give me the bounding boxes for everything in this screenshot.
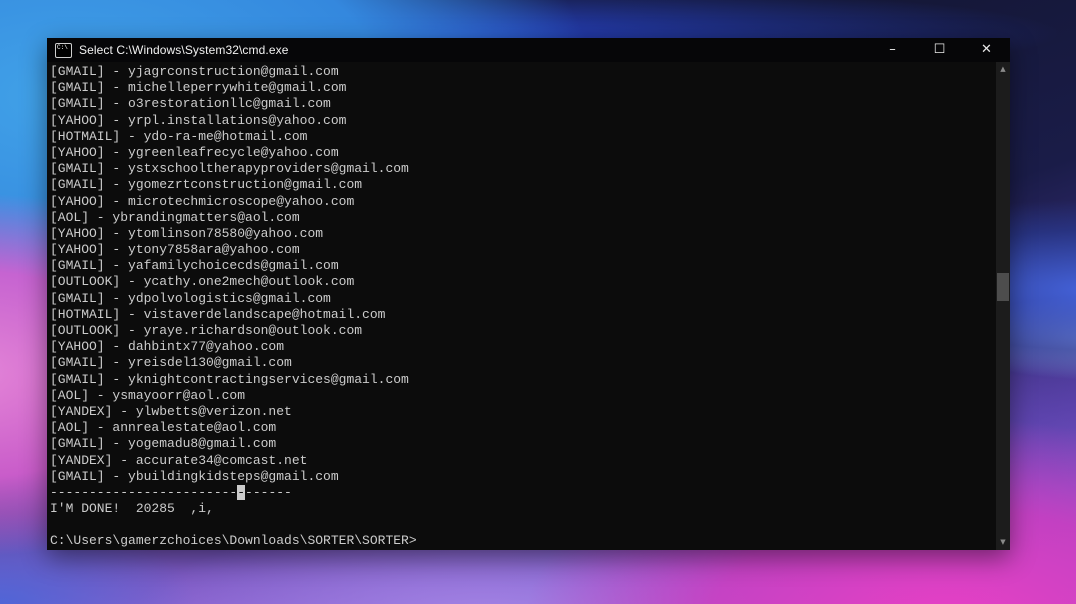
console-lines: [GMAIL] - yjagrconstruction@gmail.com[GM… [50,64,994,485]
minimize-button[interactable]: – [869,38,916,62]
console-line: [GMAIL] - yafamilychoicecds@gmail.com [50,258,994,274]
console-line: [YAHOO] - ytony7858ara@yahoo.com [50,242,994,258]
scrollbar-up-icon[interactable]: ▲ [996,62,1010,77]
console-line: [GMAIL] - o3restorationllc@gmail.com [50,96,994,112]
console-line: [OUTLOOK] - yraye.richardson@outlook.com [50,323,994,339]
console-line: [YAHOO] - yrpl.installations@yahoo.com [50,113,994,129]
console-content: [GMAIL] - yjagrconstruction@gmail.com[GM… [50,64,994,550]
console-line: [GMAIL] - yjagrconstruction@gmail.com [50,64,994,80]
console-line: [YAHOO] - ygreenleafrecycle@yahoo.com [50,145,994,161]
cmd-icon: C:\ [55,43,72,58]
scrollbar-down-icon[interactable]: ▼ [996,535,1010,550]
separator-dashes: ------ [245,485,292,500]
console-line: [GMAIL] - ybuildingkidsteps@gmail.com [50,469,994,485]
done-line: I'M DONE! 20285 ,i, [50,501,994,517]
separator-dashes: ------------------------ [50,485,237,500]
console-line: [GMAIL] - ygomezrtconstruction@gmail.com [50,177,994,193]
console-line: [OUTLOOK] - ycathy.one2mech@outlook.com [50,274,994,290]
console-line: [GMAIL] - ystxschooltherapyproviders@gma… [50,161,994,177]
console-line: [YAHOO] - dahbintx77@yahoo.com [50,339,994,355]
console-line: [AOL] - annrealestate@aol.com [50,420,994,436]
console-line: [YAHOO] - microtechmicroscope@yahoo.com [50,194,994,210]
console-line: [GMAIL] - yreisdel130@gmail.com [50,355,994,371]
console-line: [HOTMAIL] - ydo-ra-me@hotmail.com [50,129,994,145]
blank-line [50,517,994,533]
cmd-icon-text: C:\ [56,44,68,51]
console-line: [GMAIL] - michelleperrywhite@gmail.com [50,80,994,96]
console-line: [AOL] - ysmayoorr@aol.com [50,388,994,404]
console-line: [HOTMAIL] - vistaverdelandscape@hotmail.… [50,307,994,323]
console-line: [GMAIL] - ydpolvologistics@gmail.com [50,291,994,307]
window-controls: – ☐ ✕ [869,38,1010,62]
console-line: [GMAIL] - yknightcontractingservices@gma… [50,372,994,388]
close-button[interactable]: ✕ [963,38,1010,62]
console-line: [AOL] - ybrandingmatters@aol.com [50,210,994,226]
console-line: [YAHOO] - ytomlinson78580@yahoo.com [50,226,994,242]
console-line: [YANDEX] - ylwbetts@verizon.net [50,404,994,420]
text-cursor: - [237,485,245,500]
scrollbar-thumb[interactable] [997,273,1009,301]
titlebar[interactable]: C:\ Select C:\Windows\System32\cmd.exe –… [47,38,1010,62]
prompt-line: C:\Users\gamerzchoices\Downloads\SORTER\… [50,533,994,549]
separator-line: ------------------------------- [50,485,994,501]
scrollbar[interactable]: ▲ ▼ [996,62,1010,550]
console-output[interactable]: [GMAIL] - yjagrconstruction@gmail.com[GM… [47,62,1010,550]
cmd-window: C:\ Select C:\Windows\System32\cmd.exe –… [47,38,1010,550]
window-title: Select C:\Windows\System32\cmd.exe [79,43,288,57]
maximize-button[interactable]: ☐ [916,38,963,62]
console-line: [GMAIL] - yogemadu8@gmail.com [50,436,994,452]
console-line: [YANDEX] - accurate34@comcast.net [50,453,994,469]
